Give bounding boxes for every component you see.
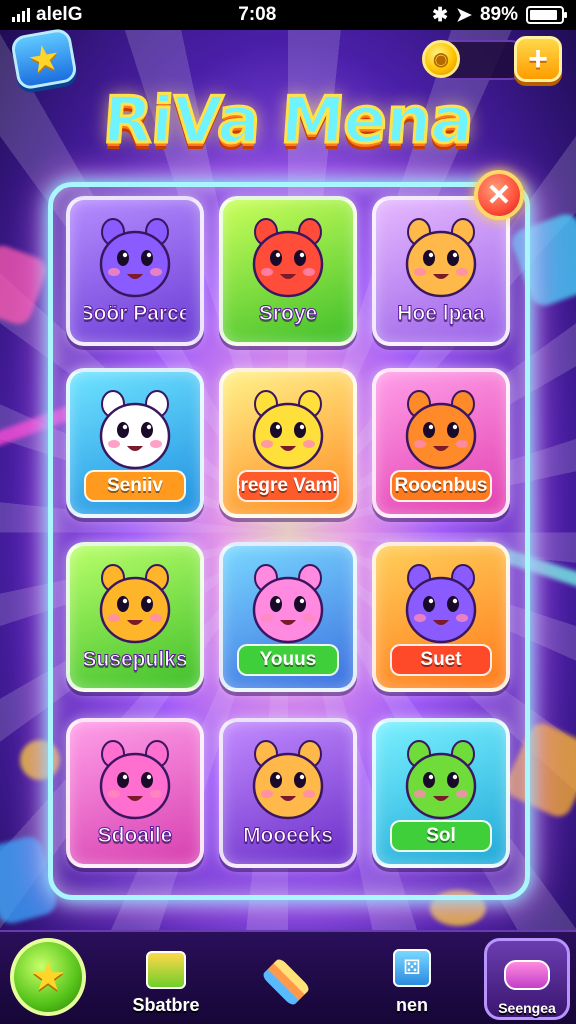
battery-icon: [525, 6, 567, 24]
rainbow-candy-icon: [240, 738, 336, 833]
close-button[interactable]: ✕: [474, 170, 524, 220]
level-tile-label: Hoe lpaa: [397, 302, 486, 326]
purple-bunny-icon: [87, 216, 183, 311]
signal-icon: [12, 8, 30, 22]
status-time: 7:08: [238, 4, 277, 25]
level-tile[interactable]: Seniiv: [66, 368, 204, 518]
battery-fill: [529, 10, 557, 20]
rainbow-heart-icon: [87, 738, 183, 833]
status-left: alelG: [12, 4, 82, 26]
add-coins-button[interactable]: +: [514, 36, 562, 82]
layers-icon: [261, 957, 311, 1007]
nav-label-collection: Seengea: [498, 1000, 556, 1016]
level-tile[interactable]: Hoe lpaa: [372, 196, 510, 346]
level-tile[interactable]: Susepulks: [66, 542, 204, 692]
white-dragon-icon: [87, 388, 183, 483]
level-tile-label: Youus: [237, 644, 339, 676]
level-tile[interactable]: Suet: [372, 542, 510, 692]
dice-icon: ⚄: [393, 949, 431, 987]
status-bar: alelG 7:08 ✱ ➤ 89%: [0, 0, 576, 30]
level-tile-label: Sdoaile: [97, 824, 173, 848]
level-tile[interactable]: Sol: [372, 718, 510, 868]
star-icon: ★: [24, 35, 64, 82]
game-title: RiVa Mena: [99, 83, 477, 160]
nav-item-layers[interactable]: [236, 940, 336, 1022]
nav-item-games[interactable]: ⚄ nen: [362, 940, 462, 1022]
purple-bunny-icon: [393, 562, 489, 657]
level-tile-label: Susepulks: [84, 648, 186, 672]
candy-tools-icon: [393, 388, 489, 483]
level-tile-label: Sol: [390, 820, 492, 852]
bluetooth-icon: ✱: [432, 4, 449, 26]
level-tile-label: Suet: [390, 644, 492, 676]
green-frog-icon: [393, 738, 489, 833]
status-right: ✱ ➤ 89%: [432, 4, 567, 27]
level-tile[interactable]: Soör Parce: [66, 196, 204, 346]
level-tile-label: Seniiv: [84, 470, 186, 502]
favorites-button[interactable]: ★: [9, 27, 79, 91]
level-tile[interactable]: Sdoaile: [66, 718, 204, 868]
close-icon: ✕: [486, 178, 512, 212]
decor-streak: [0, 241, 51, 329]
level-tile-label: Sroye: [258, 302, 318, 326]
nav-item-shop[interactable]: Sbatbre: [116, 940, 216, 1022]
battery-percent: 89%: [479, 4, 518, 25]
level-tile[interactable]: Youus: [219, 542, 357, 692]
gift-box-icon: [146, 951, 186, 989]
red-bear-icon: [240, 216, 336, 311]
pink-bear-icon: [240, 562, 336, 657]
coin-icon: ◉: [422, 40, 460, 78]
star-badge-icon: ★: [30, 955, 66, 999]
nav-label-games: nen: [395, 995, 428, 1015]
level-tile[interactable]: Roocnbus: [372, 368, 510, 518]
location-icon: ➤: [456, 4, 472, 26]
nav-item-home[interactable]: ★: [10, 938, 86, 1016]
orange-bear-icon: [87, 562, 183, 657]
level-tile[interactable]: Sroye: [219, 196, 357, 346]
carrier-name: alelG: [36, 4, 83, 25]
rainbow-swirl-icon: [393, 216, 489, 311]
yellow-blob-icon: [240, 388, 336, 483]
level-tile[interactable]: Mooeeks: [219, 718, 357, 868]
level-tile-label: Mooeeks: [243, 824, 334, 848]
candy-jar-icon: [504, 960, 550, 990]
nav-item-collection[interactable]: Seengea: [477, 940, 576, 1022]
level-tile-label: Soör Parce: [84, 302, 186, 326]
level-tile-label: Sregre Vamie: [237, 470, 339, 502]
level-tile[interactable]: Sregre Vamie: [219, 368, 357, 518]
nav-label-shop: Sbatbre: [132, 995, 200, 1015]
level-tile-label: Roocnbus: [390, 470, 492, 502]
